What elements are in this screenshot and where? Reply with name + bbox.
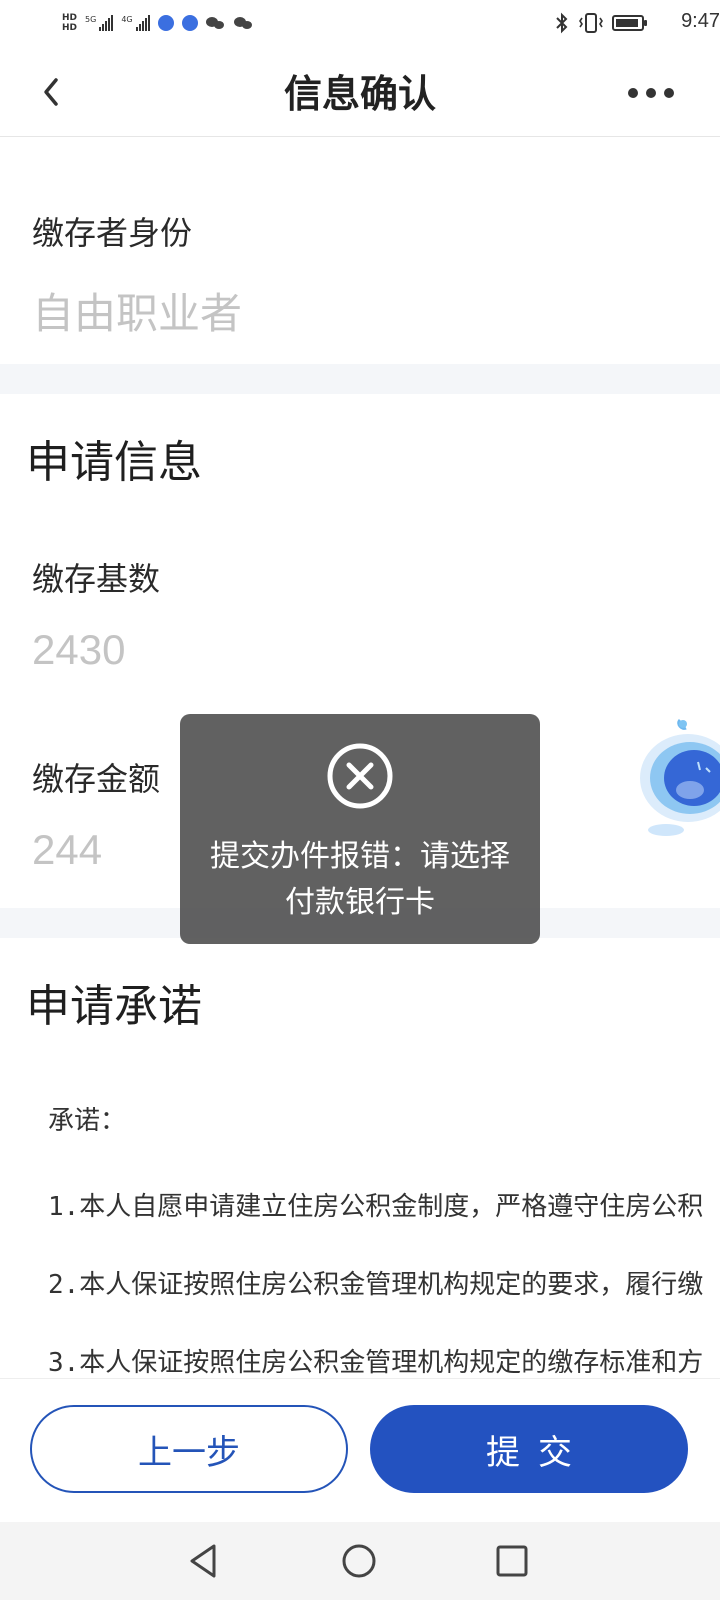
toast-message: 提交办件报错：请选择付款银行卡 [210, 839, 510, 920]
apply-info-title: 申请信息 [26, 437, 202, 488]
network-type-label: 4G [121, 15, 133, 24]
wechat-icon [205, 15, 226, 31]
status-right: 9:47 [554, 10, 720, 36]
bluetooth-icon [556, 12, 568, 34]
app-icon [157, 15, 174, 31]
promise-heading: 承诺： [48, 1106, 127, 1136]
base-value: 2430 [32, 626, 126, 673]
more-icon[interactable] [628, 88, 674, 98]
identity-value: 自由职业者 [32, 290, 243, 337]
nav-home-icon[interactable] [340, 1542, 378, 1580]
base-label: 缴存基数 [32, 560, 161, 598]
battery-icon [612, 15, 647, 31]
top-nav-bar: 信息确认 [0, 48, 720, 137]
previous-step-button[interactable]: 上一步 [30, 1405, 348, 1493]
identity-label: 缴存者身份 [32, 214, 193, 252]
promise-text: 承诺： 1.本人自愿申请建立住房公积金制度，严格遵守住房公积 2.本人保证按照住… [0, 1078, 720, 1378]
nav-recent-icon[interactable] [494, 1542, 530, 1580]
submit-button[interactable]: 提交 [370, 1405, 688, 1493]
page-title: 信息确认 [283, 72, 436, 116]
error-toast: 提交办件报错：请选择付款银行卡 [180, 714, 540, 944]
close-circle-icon [327, 743, 393, 809]
action-bar: 上一步 提交 [0, 1378, 720, 1523]
signal-icon: 4G [121, 15, 150, 31]
section-divider [0, 364, 720, 394]
hd-bottom: HD [62, 23, 78, 33]
promise-item: 3.本人保证按照住房公积金管理机构规定的缴存标准和方 [48, 1348, 704, 1378]
hd-indicator: HD HD [62, 13, 77, 33]
clock: 9:47 [681, 10, 720, 32]
status-bar: HD HD 5G 4G 9:47 [0, 0, 720, 48]
promise-item: 1.本人自愿申请建立住房公积金制度，严格遵守住房公积 [48, 1192, 704, 1222]
promise-item: 2.本人保证按照住房公积金管理机构规定的要求，履行缴 [48, 1270, 704, 1300]
nav-back-icon[interactable] [186, 1542, 222, 1580]
signal-icon: 5G [85, 15, 114, 31]
app-icon [181, 15, 198, 31]
status-left: HD HD 5G 4G [62, 8, 254, 38]
vibrate-icon [579, 13, 603, 33]
wechat-icon [233, 15, 254, 31]
assistant-mascot-icon[interactable] [636, 718, 720, 840]
amount-value: 244 [32, 826, 103, 873]
amount-label: 缴存金额 [32, 760, 161, 798]
network-type-label: 5G [85, 15, 97, 24]
promise-title: 申请承诺 [26, 981, 202, 1032]
battery-level [616, 19, 638, 27]
hd-top: HD [62, 13, 78, 23]
system-nav-bar [0, 1522, 720, 1600]
